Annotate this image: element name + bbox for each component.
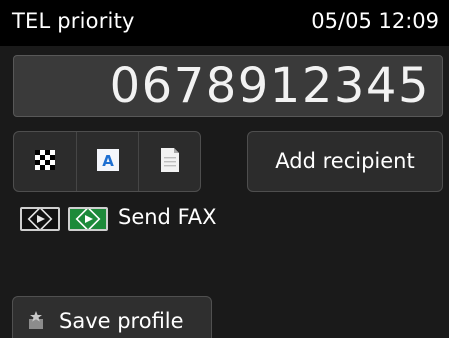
scan-contrast-icon: A (97, 148, 119, 175)
save-profile-button[interactable]: Save profile (12, 296, 212, 338)
contrast-button[interactable]: A (76, 132, 139, 191)
resolution-icon (35, 149, 55, 174)
add-recipient-button[interactable]: Add recipient (247, 131, 443, 192)
resolution-button[interactable] (14, 132, 76, 191)
send-fax-label: Send FAX (118, 205, 217, 229)
mode-label: TEL priority (12, 9, 135, 33)
fax-settings-group: A (13, 131, 201, 192)
save-profile-icon (25, 311, 47, 336)
svg-text:A: A (102, 152, 114, 170)
fax-number-value: 0678912345 (109, 58, 430, 114)
status-bar: TEL priority 05/05 12:09 (0, 0, 449, 46)
date-time: 05/05 12:09 (311, 9, 439, 33)
document-icon (161, 147, 179, 176)
document-size-button[interactable] (138, 132, 201, 191)
fax-screen: TEL priority 05/05 12:09 0678912345 A Ad… (0, 0, 449, 338)
color-start-key-icon (68, 207, 108, 231)
black-start-key-icon (20, 207, 60, 231)
fax-number-display[interactable]: 0678912345 (13, 55, 443, 117)
save-profile-label: Save profile (59, 309, 184, 333)
